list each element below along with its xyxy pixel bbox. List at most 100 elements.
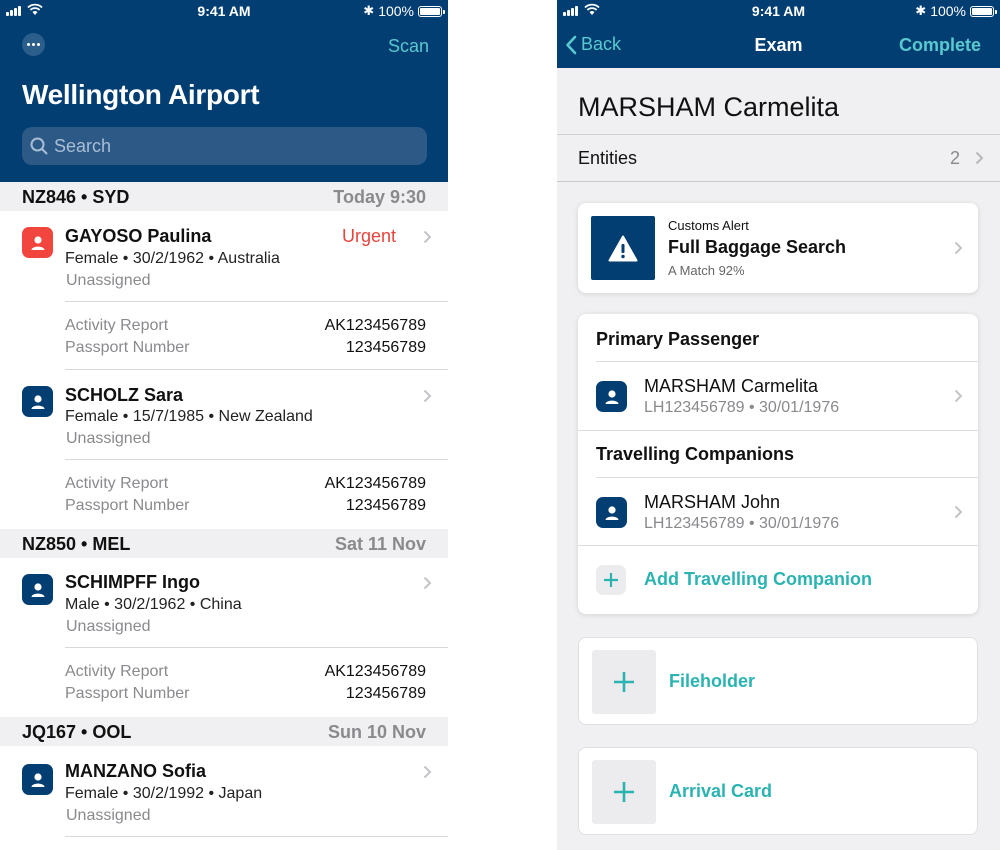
passenger-row[interactable]: SCHIMPFF Ingo Male • 30/2/1962 • China U… (0, 558, 448, 717)
passengers-card: Primary Passenger MARSHAM Carmelita LH12… (578, 314, 978, 614)
meta-label: Passport Number (65, 339, 190, 356)
passenger-status: Unassigned (66, 430, 151, 447)
arrival-card-label: Arrival Card (669, 781, 773, 801)
entities-label: Entities (578, 148, 638, 168)
passenger-name: MARSHAM Carmelita (644, 376, 819, 396)
flight-date: Sat 11 Nov (334, 534, 426, 554)
passenger-name: SCHIMPFF Ingo (65, 572, 200, 592)
divider (596, 477, 978, 478)
entities-count: 2 (949, 148, 960, 168)
flight-date: Today 9:30 (333, 187, 426, 207)
meta-value: 123456789 (345, 685, 426, 702)
urgent-badge: Urgent (341, 226, 396, 246)
divider (557, 181, 1000, 182)
primary-passenger-title: Primary Passenger (596, 329, 760, 349)
passenger-details: Female • 30/2/1992 • Japan (65, 785, 263, 802)
chevron-right-icon (954, 389, 963, 403)
flight-code: NZ846 • SYD (22, 187, 130, 207)
complete-button[interactable]: Complete (899, 35, 981, 56)
passenger-details: Male • 30/2/1962 • China (65, 596, 242, 613)
flight-date: Sun 10 Nov (327, 722, 426, 742)
chevron-right-icon (423, 576, 432, 590)
passenger-status: Unassigned (66, 618, 151, 635)
flight-header: NZ850 • MEL Sat 11 Nov (0, 529, 448, 558)
meta-label: Passport Number (65, 685, 190, 702)
exam-title-bar: MARSHAM Carmelita Entities 2 (557, 68, 1000, 181)
customs-alert-card[interactable]: Customs Alert Full Baggage Search A Matc… (578, 203, 978, 293)
person-icon (22, 386, 53, 417)
passenger-status: Unassigned (66, 272, 151, 289)
passenger-sub: LH123456789 • 30/01/1976 (644, 399, 840, 416)
warning-icon (591, 216, 655, 280)
arrival-card-tile[interactable]: Arrival Card (578, 747, 978, 835)
search-input[interactable] (54, 127, 414, 165)
chevron-right-icon (975, 151, 984, 165)
divider (65, 647, 448, 648)
battery-icon (970, 5, 997, 17)
meta-value: 123456789 (345, 497, 426, 514)
flight-code: NZ850 • MEL (22, 534, 131, 554)
passenger-status: Unassigned (66, 807, 151, 824)
fileholder-label: Fileholder (669, 671, 756, 691)
flight-header: JQ167 • OOL Sun 10 Nov (0, 717, 448, 746)
passenger-name: MANZANO Sofia (65, 761, 206, 781)
meta-label: Activity Report (65, 475, 169, 492)
person-icon (596, 381, 627, 412)
battery-icon (418, 5, 445, 17)
more-icon (27, 43, 30, 46)
battery-fill (420, 7, 440, 15)
alert-match: A Match 92% (668, 263, 745, 278)
battery-percent: 100% (930, 3, 966, 19)
chevron-right-icon (954, 241, 963, 255)
meta-label: Activity Report (65, 663, 169, 680)
chevron-right-icon (423, 765, 432, 779)
exam-screen: 9:41 AM ✱ 100% Back Exam Complete MARSHA… (557, 0, 1000, 850)
passenger-row[interactable]: MANZANO Sofia Female • 30/2/1992 • Japan… (0, 746, 448, 850)
passenger-name: GAYOSO Paulina (65, 226, 212, 246)
passenger-name: SCHOLZ Sara (65, 385, 184, 405)
flight-header: NZ846 • SYD Today 9:30 (0, 182, 448, 211)
divider (578, 430, 978, 431)
add-companion-label: Add Travelling Companion (644, 569, 873, 589)
bluetooth-icon: ✱ (363, 3, 375, 18)
divider (557, 134, 1000, 135)
alert-category: Customs Alert (668, 218, 749, 233)
airport-list-screen: 9:41 AM ✱ 100% Scan Wellington Airport N… (0, 0, 448, 850)
battery-percent: 100% (378, 3, 414, 19)
meta-value: 123456789 (345, 339, 426, 356)
battery-fill (972, 7, 992, 15)
companion-sub: LH123456789 • 30/01/1976 (644, 515, 840, 532)
scan-button[interactable]: Scan (388, 36, 429, 57)
chevron-right-icon (954, 505, 963, 519)
flight-code: JQ167 • OOL (22, 722, 132, 742)
companions-title: Travelling Companions (596, 444, 795, 464)
status-bar: 9:41 AM ✱ 100% (557, 0, 1000, 22)
divider (578, 545, 978, 546)
meta-label: Passport Number (65, 497, 190, 514)
divider (65, 301, 448, 302)
meta-value: AK123456789 (324, 663, 426, 680)
passenger-row[interactable]: SCHOLZ Sara Female • 15/7/1985 • New Zea… (0, 370, 448, 529)
companion-name: MARSHAM John (644, 492, 781, 512)
fileholder-tile[interactable]: Fileholder (578, 637, 978, 725)
passenger-details: Female • 30/2/1962 • Australia (65, 250, 280, 267)
person-icon (22, 574, 53, 605)
passenger-details: Female • 15/7/1985 • New Zealand (65, 408, 313, 425)
page-title: Wellington Airport (22, 79, 260, 110)
alert-title: Full Baggage Search (668, 237, 847, 257)
meta-label: Activity Report (65, 317, 169, 334)
meta-value: AK123456789 (324, 317, 426, 334)
bluetooth-icon: ✱ (915, 3, 927, 18)
more-button[interactable] (22, 33, 45, 56)
divider (65, 459, 448, 460)
chevron-right-icon (423, 389, 432, 403)
nav-bar: 9:41 AM ✱ 100% Back Exam Complete (557, 0, 1000, 68)
search-bar[interactable] (22, 127, 427, 165)
meta-value: AK123456789 (324, 475, 426, 492)
person-icon (22, 227, 53, 258)
divider (596, 361, 978, 362)
person-icon (22, 764, 53, 795)
person-title: MARSHAM Carmelita (578, 92, 840, 122)
passenger-row[interactable]: GAYOSO Paulina Urgent Female • 30/2/1962… (0, 211, 448, 370)
divider (65, 836, 448, 837)
